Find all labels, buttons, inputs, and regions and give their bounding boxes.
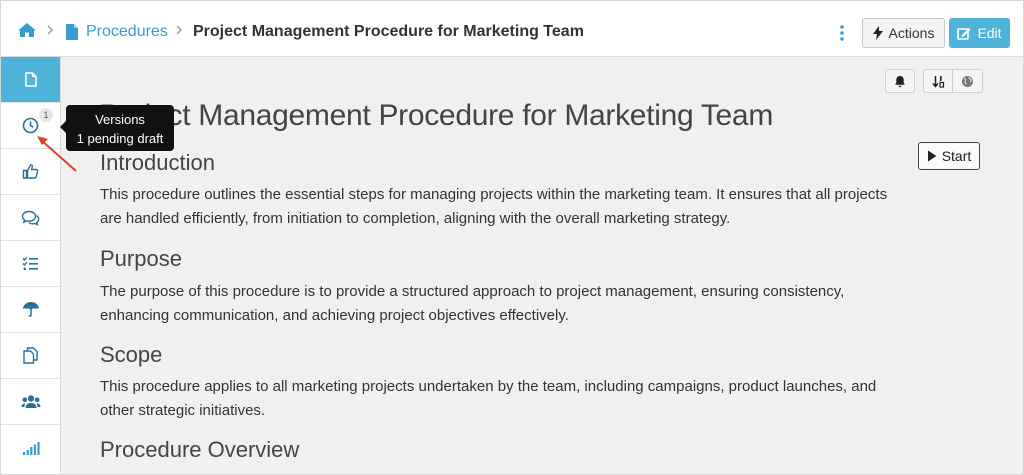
copy-icon [23,347,38,364]
umbrella-icon [22,302,39,317]
app-window: Procedures Project Management Procedure … [0,0,1024,475]
section-heading-procedure-overview: Procedure Overview [100,437,300,462]
sort-icon [931,75,944,88]
sidebar-item-reports[interactable] [1,425,60,471]
actions-button[interactable]: Actions [862,18,945,48]
lightning-icon [872,26,883,40]
section-text-introduction: This procedure outlines the essential st… [100,186,888,227]
document-icon [24,72,37,87]
sidebar-item-document[interactable] [1,57,60,103]
tooltip-subtitle: 1 pending draft [76,131,164,146]
language-button[interactable] [953,69,983,93]
section-text-scope: This procedure applies to all marketing … [100,378,877,419]
versions-tooltip: Versions 1 pending draft [66,105,174,151]
sidebar-item-checklist[interactable] [1,241,60,287]
home-icon[interactable] [17,22,37,38]
page-title: Project Management Procedure for Marketi… [99,99,774,132]
sidebar-item-risks[interactable] [1,287,60,333]
comments-icon [21,210,40,226]
section-heading-scope: Scope [100,342,163,367]
edit-button[interactable]: Edit [949,18,1010,48]
edit-button-label: Edit [977,25,1002,41]
sidebar-item-users[interactable] [1,379,60,425]
edit-icon [957,27,971,40]
section-heading-purpose: Purpose [100,246,182,271]
view-toggle-group [923,69,983,93]
versions-count-badge: 1 [39,108,53,122]
chevron-right-icon [176,25,183,35]
globe-icon [962,75,973,87]
annotation-arrow-icon [37,136,77,172]
top-bar: Procedures Project Management Procedure … [1,1,1023,57]
actions-button-label: Actions [888,25,935,41]
section-heading-introduction: Introduction [100,150,215,175]
checklist-icon [22,256,38,271]
play-icon [927,150,937,162]
sidebar-item-copy[interactable] [1,333,60,379]
section-text-purpose: The purpose of this procedure is to prov… [100,283,845,324]
notifications-button[interactable] [885,69,915,93]
tooltip-title: Versions [95,112,145,127]
start-button-label: Start [941,148,972,164]
bell-icon [895,75,905,87]
users-icon [21,395,40,408]
breadcrumb-procedures-link[interactable]: Procedures [86,23,168,41]
content-toolbar [885,69,983,93]
file-icon [66,24,78,40]
signal-bars-icon [22,441,40,455]
sort-button[interactable] [923,69,953,93]
start-button[interactable]: Start [918,142,980,170]
breadcrumb-current-page: Project Management Procedure for Marketi… [193,23,584,40]
chevron-right-icon [47,25,54,35]
more-options-icon[interactable] [839,24,845,42]
sidebar: 1 [1,57,61,474]
sidebar-item-comments[interactable] [1,195,60,241]
